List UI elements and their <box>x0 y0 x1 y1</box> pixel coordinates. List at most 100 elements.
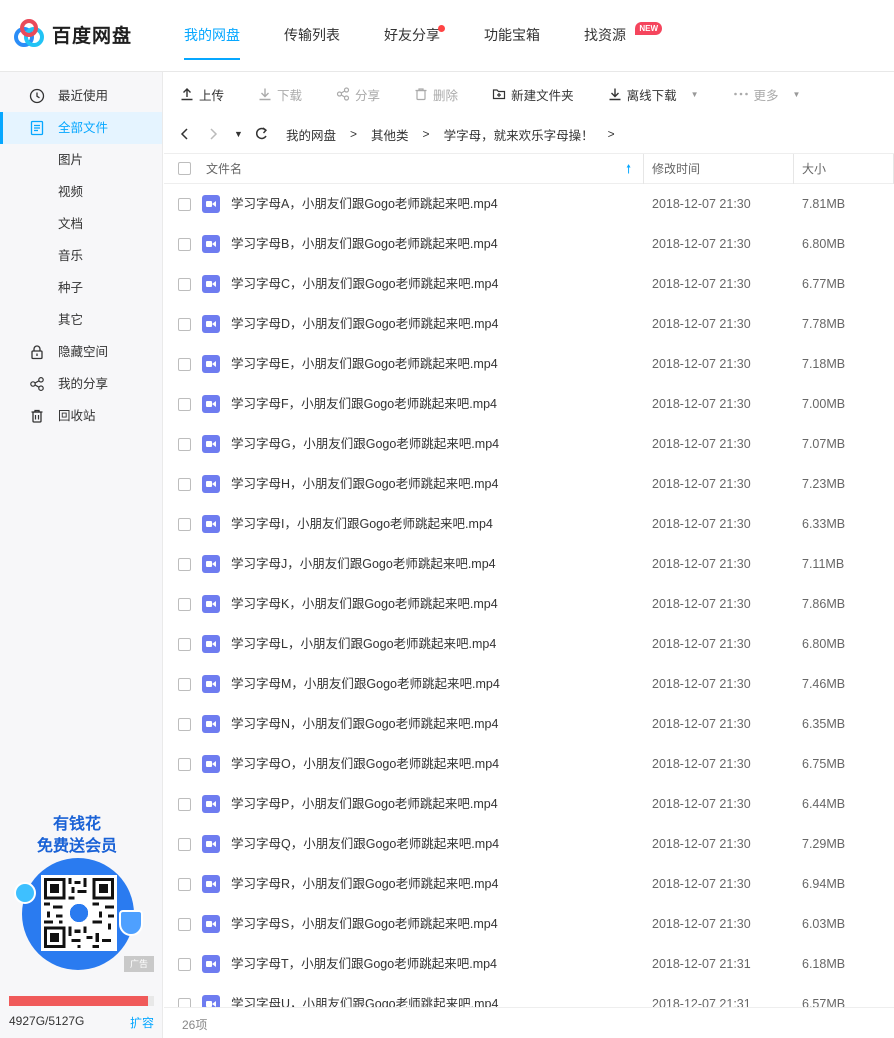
table-row[interactable]: 学习字母M，小朋友们跟Gogo老师跳起来吧.mp4 2018-12-07 21:3… <box>164 664 894 704</box>
file-name[interactable]: 学习字母S，小朋友们跟Gogo老师跳起来吧.mp4 <box>231 904 498 944</box>
breadcrumb-my-disk[interactable]: 我的网盘 <box>286 125 336 144</box>
sidebar-item-recent[interactable]: 最近使用 <box>0 80 162 112</box>
file-name[interactable]: 学习字母I，小朋友们跟Gogo老师跳起来吧.mp4 <box>231 504 493 544</box>
row-checkbox[interactable] <box>178 198 191 211</box>
nav-my-disk[interactable]: 我的网盘 <box>170 0 254 72</box>
table-row[interactable]: 学习字母P，小朋友们跟Gogo老师跳起来吧.mp4 2018-12-07 21:3… <box>164 784 894 824</box>
breadcrumb-other[interactable]: 其他类 <box>371 125 409 144</box>
file-name[interactable]: 学习字母K，小朋友们跟Gogo老师跳起来吧.mp4 <box>231 584 498 624</box>
file-name[interactable]: 学习字母D，小朋友们跟Gogo老师跳起来吧.mp4 <box>231 304 498 344</box>
breadcrumb-separator[interactable]: > <box>608 127 615 141</box>
ad-subtitle[interactable]: 免费送会员 <box>0 832 154 856</box>
table-row[interactable]: 学习字母F，小朋友们跟Gogo老师跳起来吧.mp4 2018-12-07 21:3… <box>164 384 894 424</box>
breadcrumb-current-folder[interactable]: 学字母，就来欢乐字母操！ <box>444 125 594 144</box>
file-name[interactable]: 学习字母C，小朋友们跟Gogo老师跳起来吧.mp4 <box>231 264 498 304</box>
row-checkbox[interactable] <box>178 558 191 571</box>
table-row[interactable]: 学习字母S，小朋友们跟Gogo老师跳起来吧.mp4 2018-12-07 21:3… <box>164 904 894 944</box>
table-row[interactable]: 学习字母B，小朋友们跟Gogo老师跳起来吧.mp4 2018-12-07 21:3… <box>164 224 894 264</box>
table-row[interactable]: 学习字母U，小朋友们跟Gogo老师跳起来吧.mp4 2018-12-07 21:3… <box>164 984 894 1007</box>
sidebar-item-my-shares[interactable]: 我的分享 <box>0 368 162 400</box>
logo[interactable]: 百度网盘 <box>12 16 132 52</box>
table-row[interactable]: 学习字母G，小朋友们跟Gogo老师跳起来吧.mp4 2018-12-07 21:3… <box>164 424 894 464</box>
row-checkbox[interactable] <box>178 878 191 891</box>
table-row[interactable]: 学习字母L，小朋友们跟Gogo老师跳起来吧.mp4 2018-12-07 21:3… <box>164 624 894 664</box>
sidebar-item-hidden-space[interactable]: 隐藏空间 <box>0 336 162 368</box>
table-row[interactable]: 学习字母J，小朋友们跟Gogo老师跳起来吧.mp4 2018-12-07 21:3… <box>164 544 894 584</box>
row-checkbox[interactable] <box>178 758 191 771</box>
file-name[interactable]: 学习字母E，小朋友们跟Gogo老师跳起来吧.mp4 <box>231 344 498 384</box>
sidebar-item-torrents[interactable]: 种子 <box>0 272 162 304</box>
sidebar-item-other[interactable]: 其它 <box>0 304 162 336</box>
table-row[interactable]: 学习字母T，小朋友们跟Gogo老师跳起来吧.mp4 2018-12-07 21:3… <box>164 944 894 984</box>
file-name[interactable]: 学习字母J，小朋友们跟Gogo老师跳起来吧.mp4 <box>231 544 496 584</box>
file-name[interactable]: 学习字母T，小朋友们跟Gogo老师跳起来吧.mp4 <box>231 944 497 984</box>
row-checkbox[interactable] <box>178 958 191 971</box>
table-row[interactable]: 学习字母E，小朋友们跟Gogo老师跳起来吧.mp4 2018-12-07 21:3… <box>164 344 894 384</box>
file-name[interactable]: 学习字母B，小朋友们跟Gogo老师跳起来吧.mp4 <box>231 224 498 264</box>
nav-transfer-list[interactable]: 传输列表 <box>270 0 354 72</box>
ad-title[interactable]: 有钱花 <box>0 810 154 834</box>
row-checkbox[interactable] <box>178 518 191 531</box>
row-checkbox[interactable] <box>178 918 191 931</box>
file-name[interactable]: 学习字母N，小朋友们跟Gogo老师跳起来吧.mp4 <box>231 704 498 744</box>
header-size[interactable]: 大小 <box>802 154 826 184</box>
file-name[interactable]: 学习字母P，小朋友们跟Gogo老师跳起来吧.mp4 <box>231 784 498 824</box>
row-checkbox[interactable] <box>178 998 191 1007</box>
header-file-name[interactable]: 文件名 <box>206 154 242 184</box>
file-name[interactable]: 学习字母H，小朋友们跟Gogo老师跳起来吧.mp4 <box>231 464 498 504</box>
sidebar-item-music[interactable]: 音乐 <box>0 240 162 272</box>
row-checkbox[interactable] <box>178 798 191 811</box>
row-checkbox[interactable] <box>178 638 191 651</box>
sidebar-item-videos[interactable]: 视频 <box>0 176 162 208</box>
table-row[interactable]: 学习字母O，小朋友们跟Gogo老师跳起来吧.mp4 2018-12-07 21:3… <box>164 744 894 784</box>
file-name[interactable]: 学习字母L，小朋友们跟Gogo老师跳起来吧.mp4 <box>231 624 496 664</box>
forward-arrow-icon[interactable] <box>206 127 234 141</box>
share-button[interactable]: 分享 <box>336 72 380 116</box>
expand-storage-link[interactable]: 扩容 <box>130 1014 154 1031</box>
row-checkbox[interactable] <box>178 678 191 691</box>
file-name[interactable]: 学习字母U，小朋友们跟Gogo老师跳起来吧.mp4 <box>231 984 498 1007</box>
table-row[interactable]: 学习字母Q，小朋友们跟Gogo老师跳起来吧.mp4 2018-12-07 21:3… <box>164 824 894 864</box>
select-all-checkbox[interactable] <box>178 162 191 175</box>
history-dropdown-icon[interactable]: ▼ <box>234 129 254 139</box>
row-checkbox[interactable] <box>178 478 191 491</box>
delete-button[interactable]: 删除 <box>414 72 458 116</box>
nav-find-resources[interactable]: 找资源 NEW <box>570 0 662 72</box>
sidebar-item-documents[interactable]: 文档 <box>0 208 162 240</box>
row-checkbox[interactable] <box>178 238 191 251</box>
column-divider[interactable] <box>643 154 644 184</box>
table-row[interactable]: 学习字母R，小朋友们跟Gogo老师跳起来吧.mp4 2018-12-07 21:3… <box>164 864 894 904</box>
file-name[interactable]: 学习字母G，小朋友们跟Gogo老师跳起来吧.mp4 <box>231 424 499 464</box>
refresh-icon[interactable] <box>254 127 278 141</box>
header-modified-time[interactable]: 修改时间 <box>652 154 700 184</box>
file-name[interactable]: 学习字母F，小朋友们跟Gogo老师跳起来吧.mp4 <box>231 384 497 424</box>
row-checkbox[interactable] <box>178 718 191 731</box>
file-name[interactable]: 学习字母M，小朋友们跟Gogo老师跳起来吧.mp4 <box>231 664 500 704</box>
row-checkbox[interactable] <box>178 318 191 331</box>
back-arrow-icon[interactable] <box>178 127 206 141</box>
qr-code-icon[interactable] <box>41 875 117 951</box>
file-name[interactable]: 学习字母R，小朋友们跟Gogo老师跳起来吧.mp4 <box>231 864 498 904</box>
more-button[interactable]: 更多 ▼ <box>733 72 800 116</box>
nav-friend-share[interactable]: 好友分享 <box>370 0 454 72</box>
table-row[interactable]: 学习字母A，小朋友们跟Gogo老师跳起来吧.mp4 2018-12-07 21:3… <box>164 184 894 224</box>
table-row[interactable]: 学习字母D，小朋友们跟Gogo老师跳起来吧.mp4 2018-12-07 21:3… <box>164 304 894 344</box>
sidebar-item-all-files[interactable]: 全部文件 <box>0 112 162 144</box>
row-checkbox[interactable] <box>178 278 191 291</box>
row-checkbox[interactable] <box>178 398 191 411</box>
column-divider[interactable] <box>793 154 794 184</box>
table-row[interactable]: 学习字母H，小朋友们跟Gogo老师跳起来吧.mp4 2018-12-07 21:3… <box>164 464 894 504</box>
table-row[interactable]: 学习字母K，小朋友们跟Gogo老师跳起来吧.mp4 2018-12-07 21:3… <box>164 584 894 624</box>
row-checkbox[interactable] <box>178 358 191 371</box>
file-name[interactable]: 学习字母O，小朋友们跟Gogo老师跳起来吧.mp4 <box>231 744 499 784</box>
row-checkbox[interactable] <box>178 838 191 851</box>
sort-ascending-icon[interactable]: 🠕 <box>626 154 631 184</box>
upload-button[interactable]: 上传 <box>180 72 224 116</box>
row-checkbox[interactable] <box>178 438 191 451</box>
row-checkbox[interactable] <box>178 598 191 611</box>
table-row[interactable]: 学习字母I，小朋友们跟Gogo老师跳起来吧.mp4 2018-12-07 21:3… <box>164 504 894 544</box>
nav-toolbox[interactable]: 功能宝箱 <box>470 0 554 72</box>
offline-download-button[interactable]: 离线下载 ▼ <box>608 72 699 116</box>
download-button[interactable]: 下载 <box>258 72 302 116</box>
file-name[interactable]: 学习字母Q，小朋友们跟Gogo老师跳起来吧.mp4 <box>231 824 499 864</box>
